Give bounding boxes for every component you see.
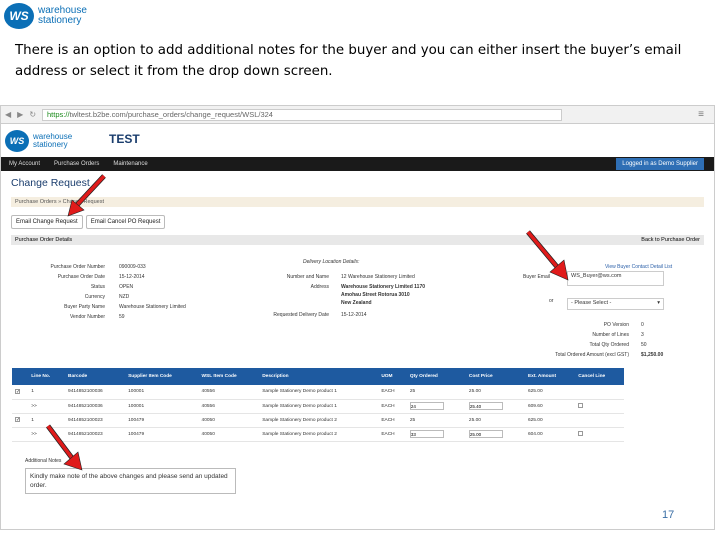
table-row: >> 9414852100036 100001 40556 Sample Sta…	[12, 399, 624, 414]
row-checkbox[interactable]: ✓	[15, 388, 20, 395]
browser-window: ◀ ▶ ↻ https:// twltest.b2be.com/purchase…	[0, 105, 715, 530]
nav-my-account[interactable]: My Account	[9, 161, 40, 167]
qty-input[interactable]	[409, 402, 444, 410]
main-navbar: My Account Purchase Orders Maintenance L…	[1, 157, 714, 171]
cancel-line-checkbox[interactable]	[578, 430, 584, 436]
slide-number: 17	[662, 509, 675, 521]
forward-icon[interactable]: ▶	[17, 110, 23, 119]
back-icon[interactable]: ◀	[5, 110, 11, 119]
nav-purchase-orders[interactable]: Purchase Orders	[54, 161, 99, 167]
cancel-line-checkbox[interactable]	[578, 402, 584, 408]
slide-header: WS warehouse stationery	[0, 0, 720, 30]
app-header: WS warehouse stationery TEST	[1, 124, 714, 157]
browser-nav: ◀ ▶ ↻	[5, 110, 36, 119]
logo-text: warehouse stationery	[38, 5, 87, 26]
annotation-arrow-buyer-email	[526, 230, 569, 281]
table-row: ✓ 1 9414852100036 100001 40556 Sample St…	[12, 385, 624, 400]
table-row: >> 9414852100023 100479 40050 Sample Sta…	[12, 427, 624, 442]
breadcrumb[interactable]: Purchase Orders » Change Request	[11, 197, 704, 207]
annotation-arrow-email-button	[67, 174, 106, 217]
back-to-po-link[interactable]: Back to Purchase Order	[641, 237, 700, 243]
url-protocol: https://	[47, 110, 70, 119]
app-title: TEST	[109, 132, 140, 146]
chevron-down-icon: ▾	[657, 300, 660, 306]
buyer-email-input[interactable]: WS_Buyer@ws.com	[567, 271, 664, 286]
ws-logo: WS warehouse stationery	[4, 3, 104, 29]
reload-icon[interactable]: ↻	[29, 110, 36, 119]
login-menu[interactable]: Logged in as Demo Supplier	[616, 158, 704, 170]
buyer-email-select[interactable]: - Please Select - ▾	[567, 298, 664, 310]
nav-maintenance[interactable]: Maintenance	[113, 161, 147, 167]
browser-toolbar: ◀ ▶ ↻ https:// twltest.b2be.com/purchase…	[1, 106, 714, 124]
table-row: ✓ 1 9414852100023 100479 40050 Sample St…	[12, 413, 624, 428]
cost-input[interactable]	[468, 402, 503, 410]
table-header-row: Line No. Barcode Supplier Item Code WSL …	[12, 368, 624, 385]
view-buyer-contacts-link[interactable]: View Buyer Contact Detail List	[605, 264, 672, 270]
action-buttons: Email Change Request Email Cancel PO Req…	[11, 215, 704, 229]
line-items-table: Line No. Barcode Supplier Item Code WSL …	[12, 368, 624, 442]
panel-title: Purchase Order Details	[15, 237, 73, 243]
url-path: twltest.b2be.com/purchase_orders/change_…	[69, 110, 273, 119]
row-checkbox[interactable]: ✓	[15, 417, 20, 423]
menu-icon[interactable]: ≡	[698, 109, 704, 120]
cost-input[interactable]	[468, 430, 503, 438]
page-title: Change Request	[11, 177, 90, 189]
address-bar[interactable]: https:// twltest.b2be.com/purchase_order…	[42, 108, 563, 121]
slide-caption: There is an option to add additional not…	[15, 43, 682, 79]
delivery-title: Delivery Location Details:	[303, 259, 360, 265]
annotation-arrow-notes	[46, 424, 83, 471]
logo-badge: WS	[4, 3, 34, 29]
qty-input[interactable]	[409, 430, 444, 438]
po-details: Purchase Order Number 090009-033 Purchas…	[50, 259, 673, 358]
panel-header: Purchase Order Details Back to Purchase …	[11, 235, 704, 245]
app-logo: WS warehouse stationery	[5, 129, 72, 152]
